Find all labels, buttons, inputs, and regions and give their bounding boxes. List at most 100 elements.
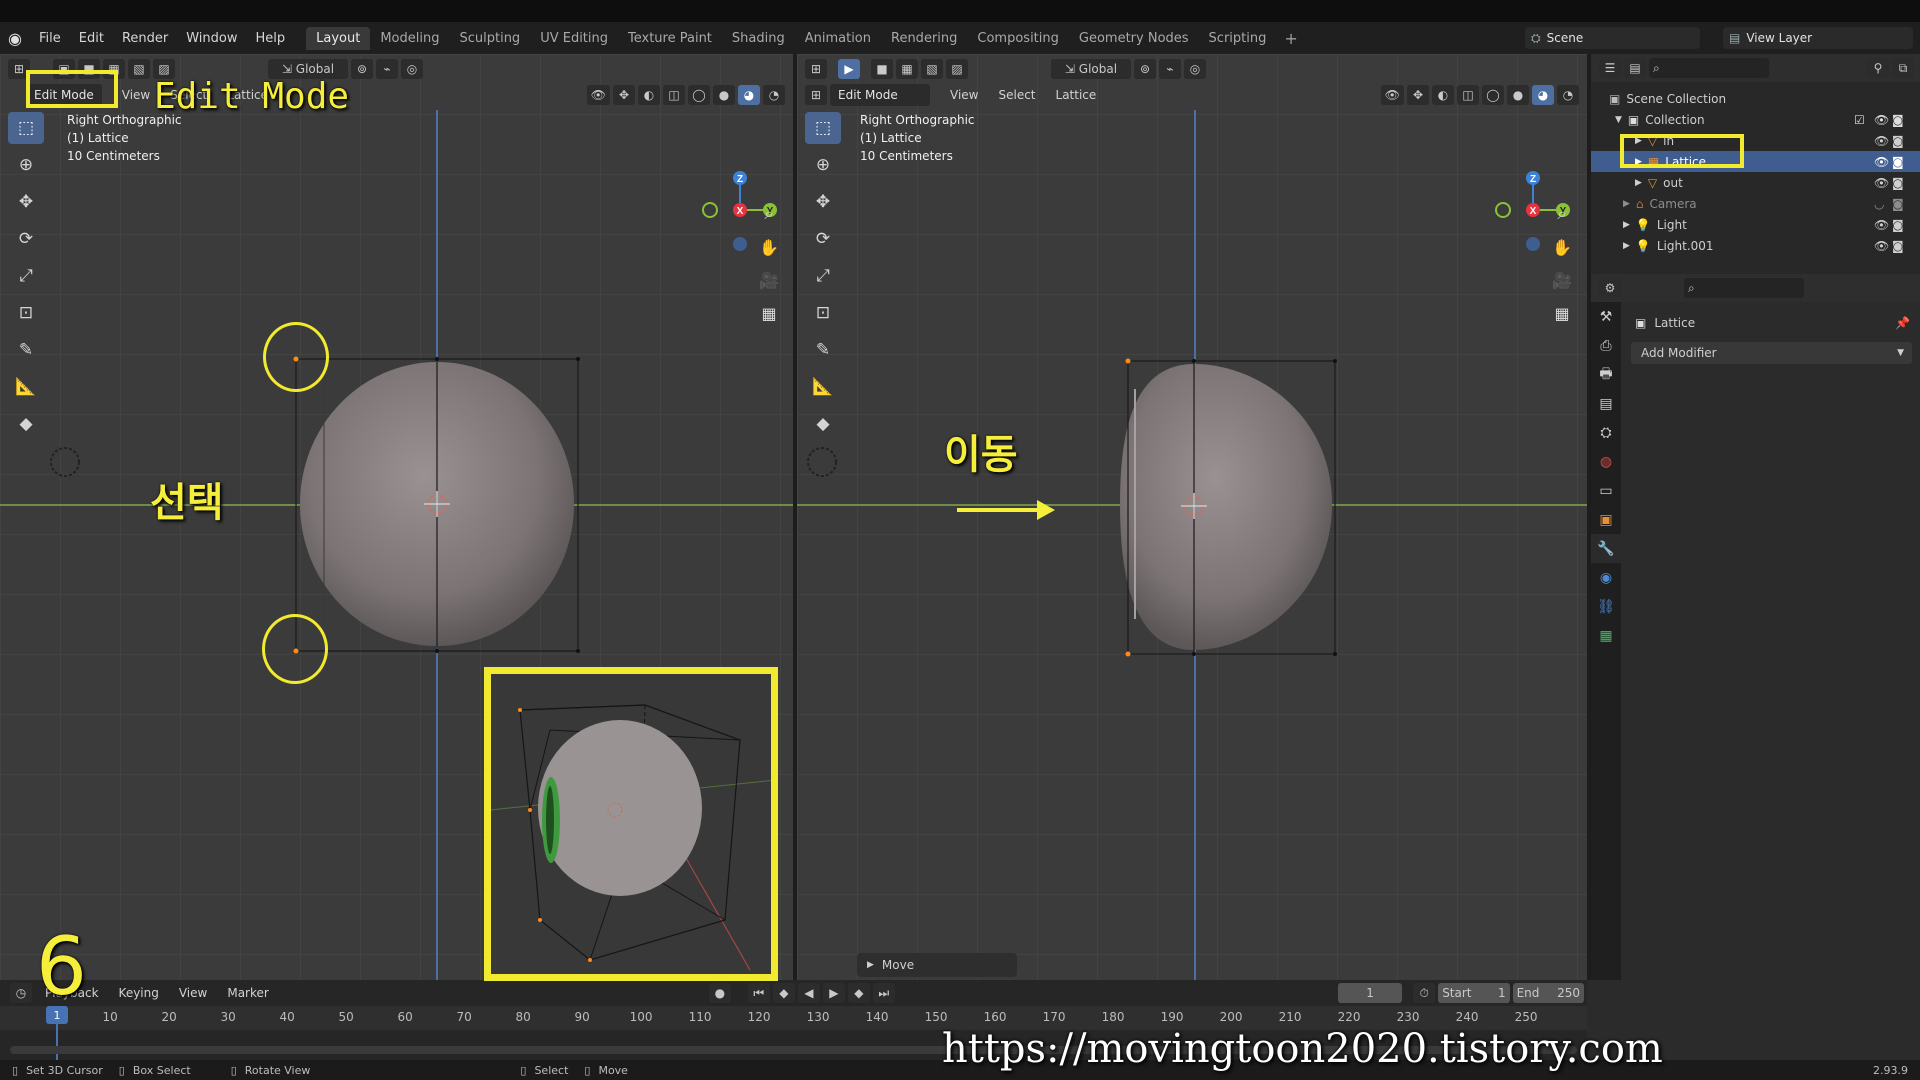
step-number: 6	[36, 920, 87, 1013]
outliner-editor-type-icon[interactable]: ☰	[1599, 58, 1621, 78]
jump-start-icon[interactable]: ⏮	[747, 983, 770, 1003]
lattice-point[interactable]	[435, 357, 439, 361]
camera-render-icon[interactable]: ◙	[1892, 197, 1904, 211]
object-tab-icon[interactable]: ▣	[1591, 505, 1621, 534]
start-frame-field[interactable]: Start 1	[1438, 983, 1510, 1003]
output-tab-icon[interactable]: 🖶	[1591, 360, 1621, 389]
timeline-editor-type-icon[interactable]: ◷	[10, 983, 32, 1003]
collection-tab-icon[interactable]: ▭	[1591, 476, 1621, 505]
blender-logo-icon[interactable]: ◉	[0, 29, 30, 48]
view-layer-selector[interactable]: ▤ View Layer	[1723, 27, 1913, 49]
tab-scripting[interactable]: Scripting	[1199, 27, 1277, 50]
eye-icon[interactable]: 👁	[1874, 134, 1889, 148]
eye-icon[interactable]: 👁	[1874, 239, 1889, 253]
status-move: Move	[598, 1063, 628, 1077]
menu-timeline-view[interactable]: View	[169, 986, 217, 1000]
tab-layout[interactable]: Layout	[306, 26, 371, 50]
outliner-row-scene-collection[interactable]: ▣ Scene Collection	[1591, 88, 1920, 109]
lattice-point[interactable]	[576, 357, 580, 361]
lattice-point-selected-bottom[interactable]	[1125, 651, 1131, 657]
camera-render-icon[interactable]: ◙	[1892, 134, 1904, 148]
filter-icon[interactable]: ⚲	[1867, 58, 1889, 78]
tab-uv-editing[interactable]: UV Editing	[530, 27, 618, 50]
outliner-row-camera[interactable]: ▶ ⌂ Camera ◡ ◙	[1591, 193, 1920, 214]
outliner-row-light-001[interactable]: ▶ 💡 Light.001 👁 ◙	[1591, 235, 1920, 256]
camera-render-icon[interactable]: ◙	[1892, 218, 1904, 232]
outliner-row-out[interactable]: ▶ ▽ out 👁 ◙	[1591, 172, 1920, 193]
tab-modeling[interactable]: Modeling	[370, 27, 449, 50]
menu-marker[interactable]: Marker	[217, 986, 278, 1000]
stopwatch-icon[interactable]: ⏱	[1413, 983, 1436, 1003]
lattice-point-selected-top[interactable]	[1125, 358, 1131, 364]
outliner-search-input[interactable]: ⌕	[1649, 58, 1769, 78]
camera-render-icon[interactable]: ◙	[1892, 155, 1904, 169]
menu-file[interactable]: File	[30, 31, 70, 46]
properties-search-input[interactable]: ⌕	[1684, 278, 1804, 298]
play-reverse-icon[interactable]: ◀	[797, 983, 820, 1003]
eye-icon[interactable]: 👁	[1874, 113, 1889, 127]
menu-window[interactable]: Window	[177, 31, 246, 46]
lattice-point[interactable]	[576, 649, 580, 653]
end-frame-field[interactable]: End 250	[1512, 983, 1584, 1003]
tab-shading[interactable]: Shading	[722, 27, 795, 50]
next-keyframe-icon[interactable]: ◆	[847, 983, 870, 1003]
lattice-point[interactable]	[1192, 359, 1196, 363]
constraints-tab-icon[interactable]: ⛓	[1591, 592, 1621, 621]
camera-render-icon[interactable]: ◙	[1892, 239, 1904, 253]
timeline-header: ◷ Playback Keying View Marker ● ⏮ ◆ ◀ ▶ …	[0, 980, 1587, 1006]
display-mode-icon[interactable]: ▤	[1624, 58, 1646, 78]
new-collection-icon[interactable]: ⧉	[1892, 58, 1914, 78]
eye-icon[interactable]: 👁	[1874, 218, 1889, 232]
timeline-tick-label: 120	[747, 1010, 771, 1024]
menu-keying[interactable]: Keying	[109, 986, 169, 1000]
last-operator-panel[interactable]: ▶ Move	[857, 953, 1017, 977]
tab-rendering[interactable]: Rendering	[881, 27, 967, 50]
pin-icon[interactable]: 📌	[1895, 316, 1910, 330]
render-tab-icon[interactable]: ⎙	[1591, 331, 1621, 360]
current-frame-field[interactable]: 1	[1337, 983, 1403, 1003]
eye-icon[interactable]: 👁	[1874, 176, 1889, 190]
scene-selector[interactable]: ⛭ Scene	[1525, 27, 1700, 49]
tab-texture-paint[interactable]: Texture Paint	[618, 27, 722, 50]
view-layer-tab-icon[interactable]: ▤	[1591, 389, 1621, 418]
eye-closed-icon[interactable]: ◡	[1874, 197, 1884, 211]
data-tab-icon[interactable]: ▦	[1591, 621, 1621, 650]
outliner-row-light[interactable]: ▶ 💡 Light 👁 ◙	[1591, 214, 1920, 235]
jump-end-icon[interactable]: ⏭	[872, 983, 895, 1003]
tab-compositing[interactable]: Compositing	[967, 27, 1069, 50]
viewport-right[interactable]: ⊞ ▶ ■ ▦ ▧ ▨ ⇲ Global ⊚ ⌁ ◎ ⊞ Edit Mode V…	[797, 54, 1587, 980]
outliner-row-collection[interactable]: ▼ ▣ Collection ☑ 👁 ◙	[1591, 109, 1920, 130]
modifier-tab-icon[interactable]: 🔧	[1591, 534, 1621, 563]
physics-tab-icon[interactable]: ◉	[1591, 563, 1621, 592]
properties-editor-type-icon[interactable]: ⚙	[1599, 278, 1621, 298]
camera-icon: ⌂	[1635, 196, 1644, 211]
end-value: 250	[1557, 986, 1580, 1000]
lattice-point[interactable]	[1192, 652, 1196, 656]
timeline-tick-label: 140	[865, 1010, 889, 1024]
scene-tab-icon[interactable]: ⛭	[1591, 418, 1621, 447]
world-tab-icon[interactable]: ◍	[1591, 447, 1621, 476]
camera-render-icon[interactable]: ◙	[1892, 176, 1904, 190]
tab-sculpting[interactable]: Sculpting	[449, 27, 530, 50]
menu-help[interactable]: Help	[247, 31, 295, 46]
camera-render-icon[interactable]: ◙	[1892, 113, 1904, 127]
lattice-point[interactable]	[435, 649, 439, 653]
tab-geometry-nodes[interactable]: Geometry Nodes	[1069, 27, 1199, 50]
menu-render[interactable]: Render	[113, 31, 177, 46]
record-icon[interactable]: ●	[708, 983, 731, 1003]
prev-keyframe-icon[interactable]: ◆	[772, 983, 795, 1003]
add-workspace-button[interactable]: +	[1276, 29, 1305, 48]
lattice-point[interactable]	[1333, 652, 1337, 656]
edit-mode-caption: Edit Mode	[154, 76, 350, 117]
add-modifier-dropdown[interactable]: Add Modifier ▼	[1631, 342, 1912, 364]
play-icon[interactable]: ▶	[822, 983, 845, 1003]
deformed-sphere-mesh[interactable]	[1120, 364, 1332, 650]
edit-mode-highlight-box	[26, 70, 118, 108]
checkbox-icon[interactable]: ☑	[1854, 113, 1865, 127]
menu-edit[interactable]: Edit	[70, 31, 113, 46]
tab-animation[interactable]: Animation	[795, 27, 881, 50]
lattice-point[interactable]	[1333, 359, 1337, 363]
eye-icon[interactable]: 👁	[1874, 155, 1889, 169]
tool-tab-icon[interactable]: ⚒	[1591, 302, 1621, 331]
timeline-tick-label: 60	[397, 1010, 413, 1024]
